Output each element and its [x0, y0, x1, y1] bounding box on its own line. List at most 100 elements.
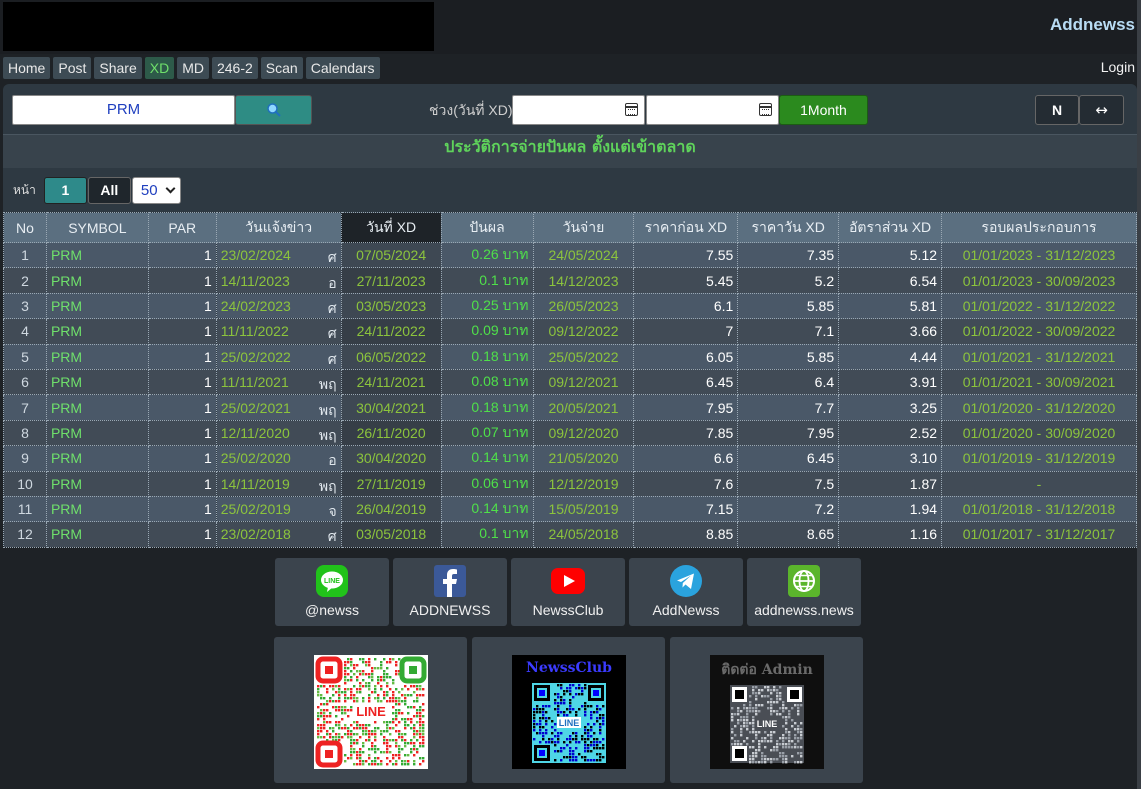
- one-month-button[interactable]: 1Month: [779, 95, 868, 125]
- price-xd-cell: 8.65: [737, 521, 840, 548]
- price-xd-cell: 7.2: [737, 495, 840, 523]
- column-header[interactable]: ราคาวัน XD: [737, 212, 840, 243]
- symbol-cell: PRM: [45, 368, 149, 396]
- column-header[interactable]: ปันผล: [440, 212, 534, 243]
- announce-date-cell: 24/02/2023 ศ: [215, 292, 342, 320]
- table-row[interactable]: 6 PRM 1 11/11/2021 พฤ 24/11/2021 0.08 บาท 09/12…: [3, 368, 1137, 396]
- announce-date-cell: 11/11/2022 ศ: [215, 318, 342, 345]
- price-before-xd-cell: 7.15: [633, 495, 739, 523]
- search-button[interactable]: [235, 95, 312, 125]
- table-row[interactable]: 4 PRM 1 11/11/2022 ศ 24/11/2022 0.09 บาท 09/12/…: [3, 318, 1137, 345]
- price-before-xd-cell: 8.85: [633, 521, 739, 548]
- dividend-cell: 0.07 บาท: [440, 419, 534, 447]
- price-xd-cell: 5.85: [737, 292, 840, 320]
- row-number: 3: [3, 292, 47, 320]
- scrollbar[interactable]: [1137, 0, 1141, 789]
- end-date-input[interactable]: [646, 95, 779, 125]
- date-range-label: ช่วง(วันที่ XD): [429, 102, 513, 118]
- table-row[interactable]: 11 PRM 1 25/02/2019 จ 26/04/2019 0.14 บาท 15/05…: [3, 495, 1137, 523]
- menu-item-calendars[interactable]: Calendars: [305, 57, 380, 79]
- facebook-icon: [433, 564, 467, 598]
- pay-date-cell: 26/05/2023: [532, 292, 635, 320]
- symbol-cell: PRM: [45, 267, 149, 294]
- line-icon: LINE: [315, 564, 349, 598]
- pay-date-cell: 14/12/2023: [532, 267, 635, 294]
- social-link-facebook[interactable]: ADDNEWSS: [393, 558, 507, 626]
- column-header[interactable]: รอบผลประกอบการ: [941, 212, 1137, 243]
- table-row[interactable]: 2 PRM 1 14/11/2023 อ 27/11/2023 0.1 บาท 14/12/2…: [3, 267, 1137, 294]
- page-1-button[interactable]: 1: [43, 177, 87, 204]
- column-header[interactable]: PAR: [147, 212, 217, 243]
- period-cell: -: [941, 470, 1137, 497]
- xd-ratio-cell: 3.10: [838, 445, 943, 472]
- price-before-xd-cell: 7.55: [633, 241, 739, 269]
- newssclub-qr-code: NewssClub LINE: [512, 655, 626, 769]
- menu-item-md[interactable]: MD: [177, 57, 209, 79]
- column-header[interactable]: วันที่ XD: [340, 212, 442, 243]
- table-row[interactable]: 9 PRM 1 25/02/2020 อ 30/04/2020 0.14 บาท 21/05/…: [3, 445, 1137, 472]
- price-xd-cell: 7.95: [737, 419, 840, 447]
- table-row[interactable]: 8 PRM 1 12/11/2020 พฤ 26/11/2020 0.07 บาท 09/12…: [3, 419, 1137, 447]
- table-row[interactable]: 1 PRM 1 23/02/2024 ศ 07/05/2024 0.26 บาท 24/05/…: [3, 241, 1137, 269]
- xd-date-cell: 24/11/2022: [340, 318, 442, 345]
- dividend-cell: 0.1 บาท: [440, 521, 534, 548]
- xd-ratio-cell: 6.54: [838, 267, 943, 294]
- start-date-input[interactable]: [512, 95, 645, 125]
- brand-name[interactable]: Addnewss: [1050, 15, 1135, 35]
- dividend-cell: 0.18 บาท: [440, 394, 534, 421]
- table-row[interactable]: 7 PRM 1 25/02/2021 พฤ 30/04/2021 0.18 บาท 20/05…: [3, 394, 1137, 421]
- xd-date-cell: 24/11/2021: [340, 368, 442, 396]
- social-link-globe[interactable]: addnewss.news: [747, 558, 861, 626]
- announce-date-cell: 23/02/2024 ศ: [215, 241, 342, 269]
- xd-ratio-cell: 3.66: [838, 318, 943, 345]
- social-label: @newss: [305, 602, 359, 618]
- column-header[interactable]: วันจ่าย: [532, 212, 635, 243]
- expand-button[interactable]: ↔: [1079, 95, 1124, 125]
- column-header[interactable]: SYMBOL: [45, 212, 149, 243]
- menu-item-scan[interactable]: Scan: [260, 57, 303, 79]
- all-pages-button[interactable]: All: [87, 177, 131, 204]
- menu-item-share[interactable]: Share: [94, 57, 142, 79]
- social-link-line[interactable]: LINE @newss: [275, 558, 389, 626]
- period-cell: 01/01/2021 - 30/09/2021: [941, 368, 1137, 396]
- menu-item-246-2[interactable]: 246-2: [211, 57, 258, 79]
- social-link-youtube[interactable]: NewssClub: [511, 558, 625, 626]
- n-button[interactable]: N: [1035, 95, 1079, 125]
- row-number: 11: [3, 495, 47, 523]
- per-page-select[interactable]: 50: [131, 177, 181, 204]
- column-header[interactable]: No: [3, 212, 47, 243]
- symbol-search-input[interactable]: PRM: [12, 95, 235, 125]
- column-header[interactable]: ราคาก่อน XD: [633, 212, 739, 243]
- line-qr-card[interactable]: LINE: [274, 637, 467, 783]
- menu-item-post[interactable]: Post: [53, 57, 92, 79]
- price-before-xd-cell: 7.6: [633, 470, 739, 497]
- price-before-xd-cell: 7: [633, 318, 739, 345]
- row-number: 12: [3, 521, 47, 548]
- menu-item-xd[interactable]: XD: [144, 57, 175, 79]
- calendar-icon[interactable]: [625, 103, 638, 116]
- symbol-cell: PRM: [45, 495, 149, 523]
- announce-date: 11/11/2021: [220, 374, 289, 391]
- column-header[interactable]: วันแจ้งข่าว: [215, 212, 342, 243]
- xd-ratio-cell: 5.81: [838, 292, 943, 320]
- table-row[interactable]: 12 PRM 1 23/02/2018 ศ 03/05/2018 0.1 บาท 24/05/…: [3, 521, 1137, 548]
- admin-qr-card[interactable]: ติดต่อ Admin LINE: [670, 637, 863, 783]
- table-row[interactable]: 3 PRM 1 24/02/2023 ศ 03/05/2023 0.25 บาท 26/05/…: [3, 292, 1137, 320]
- column-header[interactable]: อัตราส่วน XD: [838, 212, 943, 243]
- xd-date-cell: 26/04/2019: [340, 495, 442, 523]
- table-row[interactable]: 10 PRM 1 14/11/2019 พฤ 27/11/2019 0.06 บาท 12/1…: [3, 470, 1137, 497]
- announce-date-cell: 25/02/2020 อ: [215, 445, 342, 472]
- line-qr-code: LINE: [314, 655, 428, 769]
- login-link[interactable]: Login: [1101, 59, 1135, 75]
- menu-item-home[interactable]: Home: [3, 57, 51, 79]
- price-xd-cell: 6.45: [737, 445, 840, 472]
- table-row[interactable]: 5 PRM 1 25/02/2022 ศ 06/05/2022 0.18 บาท 25/05/…: [3, 343, 1137, 370]
- newssclub-qr-card[interactable]: NewssClub LINE: [472, 637, 665, 783]
- announce-date: 14/11/2023: [220, 272, 290, 289]
- calendar-icon[interactable]: [759, 103, 772, 116]
- social-link-telegram[interactable]: AddNewss: [629, 558, 743, 626]
- par-cell: 1: [147, 267, 217, 294]
- row-number: 5: [3, 343, 47, 370]
- pay-date-cell: 09/12/2022: [532, 318, 635, 345]
- price-xd-cell: 6.4: [737, 368, 840, 396]
